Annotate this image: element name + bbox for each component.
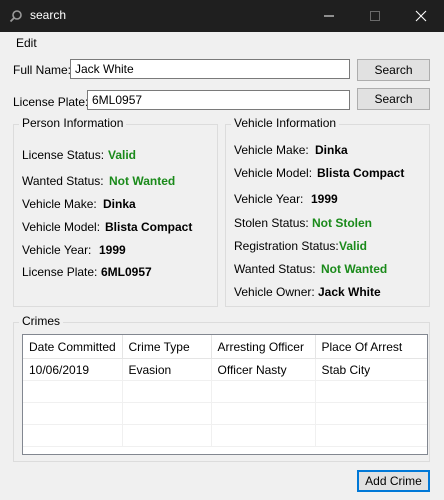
- vehicle-information-title: Vehicle Information: [231, 116, 340, 130]
- person-license-plate-label: License Plate:: [22, 265, 98, 279]
- column-header-place-of-arrest[interactable]: Place Of Arrest: [315, 335, 427, 359]
- vehicle-owner-label: Vehicle Owner:: [234, 285, 315, 299]
- person-vehicle-model-value: Blista Compact: [105, 220, 193, 234]
- empty-row: [23, 424, 427, 447]
- title-bar: search: [0, 0, 444, 32]
- person-vehicle-model-label: Vehicle Model:: [22, 220, 101, 234]
- vehicle-wanted-status-value: Not Wanted: [321, 262, 388, 276]
- vehicle-model-value: Blista Compact: [317, 166, 405, 180]
- close-icon: [415, 10, 427, 22]
- cell-arresting-officer: Officer Nasty: [211, 358, 316, 381]
- menu-bar: Edit: [0, 32, 444, 54]
- person-vehicle-year-label: Vehicle Year:: [22, 243, 92, 257]
- column-header-date-committed[interactable]: Date Committed: [23, 335, 123, 359]
- person-vehicle-year-value: 1999: [99, 243, 126, 257]
- license-plate-input[interactable]: [87, 90, 350, 110]
- person-wanted-status-label: Wanted Status:: [22, 174, 104, 188]
- column-header-arresting-officer[interactable]: Arresting Officer: [211, 335, 316, 359]
- vehicle-owner-value: Jack White: [318, 285, 381, 299]
- maximize-button[interactable]: [352, 0, 398, 32]
- search-app-icon: [9, 10, 22, 23]
- registration-status-label: Registration Status:: [234, 239, 339, 253]
- vehicle-wanted-status-label: Wanted Status:: [234, 262, 316, 276]
- person-license-plate-value: 6ML0957: [101, 265, 152, 279]
- minimize-icon: [324, 15, 334, 17]
- maximize-icon: [370, 11, 380, 21]
- person-vehicle-make-label: Vehicle Make:: [22, 197, 97, 211]
- cell-place-of-arrest: Stab City: [315, 358, 427, 381]
- vehicle-make-value: Dinka: [315, 143, 348, 157]
- menu-edit[interactable]: Edit: [16, 36, 37, 50]
- crimes-title: Crimes: [19, 314, 63, 328]
- registration-status-value: Valid: [339, 239, 368, 253]
- cell-date-committed: 10/06/2019: [23, 358, 123, 381]
- column-header-crime-type[interactable]: Crime Type: [122, 335, 212, 359]
- crimes-table[interactable]: Date Committed Crime Type Arresting Offi…: [22, 334, 428, 455]
- stolen-status-label: Stolen Status:: [234, 216, 309, 230]
- license-plate-label: License Plate:: [13, 95, 89, 109]
- close-button[interactable]: [398, 0, 444, 32]
- minimize-button[interactable]: [306, 0, 352, 32]
- full-name-label: Full Name:: [13, 63, 72, 77]
- crimes-header-row: Date Committed Crime Type Arresting Offi…: [23, 335, 427, 359]
- person-vehicle-make-value: Dinka: [103, 197, 136, 211]
- stolen-status-value: Not Stolen: [312, 216, 372, 230]
- vehicle-year-value: 1999: [311, 192, 338, 206]
- vehicle-year-label: Vehicle Year:: [234, 192, 304, 206]
- person-information-title: Person Information: [19, 116, 127, 130]
- table-row[interactable]: 10/06/2019 Evasion Officer Nasty Stab Ci…: [23, 358, 427, 381]
- search-name-button[interactable]: Search: [357, 59, 430, 81]
- vehicle-model-label: Vehicle Model:: [234, 166, 313, 180]
- full-name-input[interactable]: [70, 59, 350, 79]
- add-crime-button[interactable]: Add Crime: [357, 470, 430, 492]
- person-license-status-label: License Status:: [22, 148, 105, 162]
- search-plate-button[interactable]: Search: [357, 88, 430, 110]
- person-license-status-value: Valid: [108, 148, 137, 162]
- cell-crime-type: Evasion: [122, 358, 212, 381]
- empty-row: [23, 402, 427, 425]
- person-wanted-status-value: Not Wanted: [109, 174, 176, 188]
- empty-row: [23, 380, 427, 403]
- vehicle-make-label: Vehicle Make:: [234, 143, 309, 157]
- window-title: search: [30, 8, 67, 22]
